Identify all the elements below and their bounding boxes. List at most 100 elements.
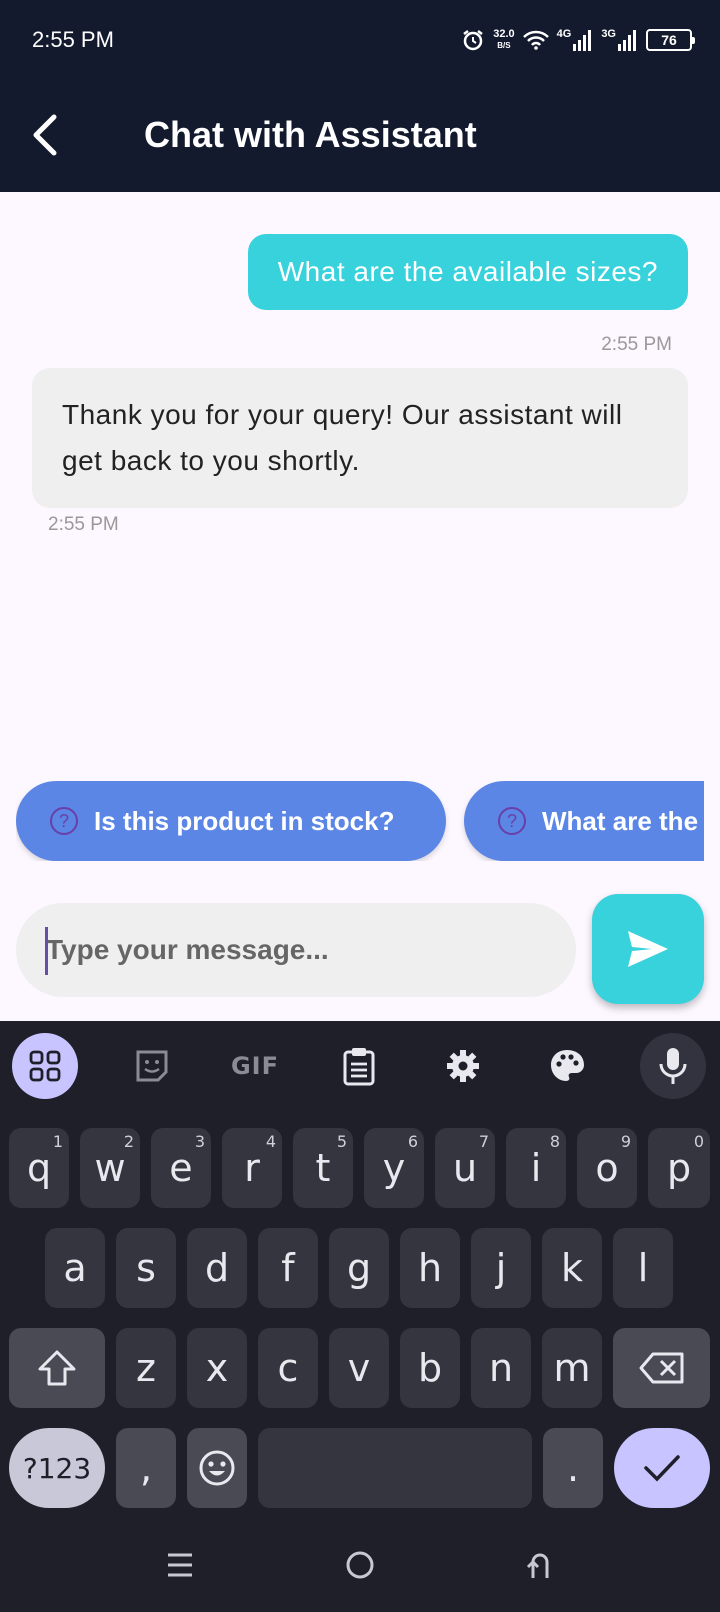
- key-g[interactable]: g: [329, 1228, 389, 1308]
- key-label: s: [136, 1246, 156, 1290]
- sticker-icon: [136, 1050, 168, 1082]
- comma-key[interactable]: ,: [116, 1428, 176, 1508]
- assistant-message-time: 2:55 PM: [48, 514, 119, 535]
- apps-button[interactable]: [12, 1033, 78, 1099]
- back-arrow-icon: [33, 114, 57, 156]
- suggestion-chip[interactable]: ? What are the: [464, 781, 704, 861]
- key-y[interactable]: y6: [364, 1128, 424, 1208]
- send-icon: [628, 931, 668, 967]
- key-label: ,: [139, 1446, 153, 1490]
- signal-icon: [573, 30, 592, 51]
- voice-input-button[interactable]: [640, 1033, 706, 1099]
- key-h[interactable]: h: [400, 1228, 460, 1308]
- back-nav-button[interactable]: [515, 1540, 565, 1590]
- home-button[interactable]: [335, 1540, 385, 1590]
- message-input[interactable]: [16, 903, 576, 997]
- enter-key[interactable]: [614, 1428, 710, 1508]
- key-u[interactable]: u7: [435, 1128, 495, 1208]
- home-circle-icon: [346, 1551, 374, 1579]
- space-key[interactable]: [258, 1428, 532, 1508]
- theme-button[interactable]: [534, 1033, 600, 1099]
- key-f[interactable]: f: [258, 1228, 318, 1308]
- network-speed: 32.0 B/S: [493, 28, 515, 51]
- clipboard-button[interactable]: [326, 1033, 392, 1099]
- key-label: b: [417, 1346, 443, 1390]
- key-j[interactable]: j: [471, 1228, 531, 1308]
- alarm-icon: [463, 30, 483, 51]
- key-label: x: [205, 1346, 229, 1390]
- key-hint: 7: [478, 1132, 489, 1151]
- key-hint: 9: [620, 1132, 631, 1151]
- backspace-icon: [639, 1352, 683, 1384]
- key-b[interactable]: b: [400, 1328, 460, 1408]
- shift-key[interactable]: [9, 1328, 105, 1408]
- system-nav-bar: [0, 1510, 720, 1612]
- key-i[interactable]: i8: [506, 1128, 566, 1208]
- user-message-bubble: What are the available sizes?: [247, 234, 688, 310]
- suggestion-chip[interactable]: ? Is this product in stock?: [16, 781, 446, 861]
- page-title: Chat with Assistant: [144, 114, 477, 155]
- key-a[interactable]: a: [45, 1228, 105, 1308]
- key-label: y: [382, 1146, 406, 1190]
- back-nav-icon: [526, 1553, 549, 1578]
- apps-grid-icon: [29, 1050, 61, 1082]
- key-d[interactable]: d: [187, 1228, 247, 1308]
- key-x[interactable]: x: [187, 1328, 247, 1408]
- symbols-key[interactable]: ?123: [9, 1428, 105, 1508]
- key-v[interactable]: v: [329, 1328, 389, 1408]
- key-q[interactable]: q1: [9, 1128, 69, 1208]
- key-o[interactable]: o9: [577, 1128, 637, 1208]
- mic-icon: [659, 1048, 687, 1084]
- backspace-key[interactable]: [613, 1328, 710, 1408]
- key-label: z: [136, 1346, 156, 1390]
- key-z[interactable]: z: [116, 1328, 176, 1408]
- key-n[interactable]: n: [471, 1328, 531, 1408]
- key-w[interactable]: w2: [80, 1128, 140, 1208]
- key-label: f: [281, 1246, 295, 1290]
- clipboard-icon: [343, 1048, 375, 1086]
- key-hint: 8: [549, 1132, 560, 1151]
- key-hint: 2: [123, 1132, 134, 1151]
- send-button[interactable]: [592, 894, 704, 1004]
- key-t[interactable]: t5: [293, 1128, 353, 1208]
- gif-button[interactable]: GIF: [222, 1033, 288, 1099]
- key-label: d: [204, 1246, 230, 1290]
- key-m[interactable]: m: [542, 1328, 602, 1408]
- assistant-message-bubble: Thank you for your query! Our assistant …: [32, 368, 688, 508]
- signal-icon-2: [618, 30, 636, 51]
- key-label: p: [666, 1146, 692, 1190]
- key-hint: 1: [52, 1132, 63, 1151]
- settings-button[interactable]: [430, 1033, 496, 1099]
- suggestion-label: What are the: [542, 805, 699, 836]
- sticker-button[interactable]: [119, 1033, 185, 1099]
- gif-label: GIF: [230, 1052, 280, 1080]
- key-e[interactable]: e3: [151, 1128, 211, 1208]
- key-label: k: [560, 1246, 583, 1290]
- key-k[interactable]: k: [542, 1228, 602, 1308]
- key-label: q: [26, 1146, 52, 1190]
- key-label: n: [488, 1346, 514, 1390]
- user-message-time: 2:55 PM: [601, 334, 672, 355]
- key-hint: 6: [407, 1132, 418, 1151]
- key-label: j: [495, 1246, 507, 1290]
- key-c[interactable]: c: [258, 1328, 318, 1408]
- key-label: u: [452, 1146, 478, 1190]
- palette-icon: [551, 1050, 584, 1081]
- emoji-key[interactable]: [187, 1428, 247, 1508]
- back-button[interactable]: [24, 110, 64, 160]
- key-l[interactable]: l: [613, 1228, 673, 1308]
- period-key[interactable]: .: [543, 1428, 603, 1508]
- checkmark-icon: [644, 1455, 680, 1482]
- key-r[interactable]: r4: [222, 1128, 282, 1208]
- key-label: c: [277, 1346, 299, 1390]
- app-header: 2:55 PM 32.0 B/S 4G 3G 76 Chat with Assis…: [0, 0, 720, 192]
- key-label: r: [244, 1146, 260, 1190]
- key-label: g: [346, 1246, 372, 1290]
- text-cursor: [45, 927, 48, 975]
- keyboard-toolbar: GIF: [0, 1021, 720, 1111]
- recents-button[interactable]: [155, 1540, 205, 1590]
- key-label: a: [63, 1246, 87, 1290]
- key-p[interactable]: p0: [648, 1128, 710, 1208]
- key-s[interactable]: s: [116, 1228, 176, 1308]
- key-label: m: [553, 1346, 591, 1390]
